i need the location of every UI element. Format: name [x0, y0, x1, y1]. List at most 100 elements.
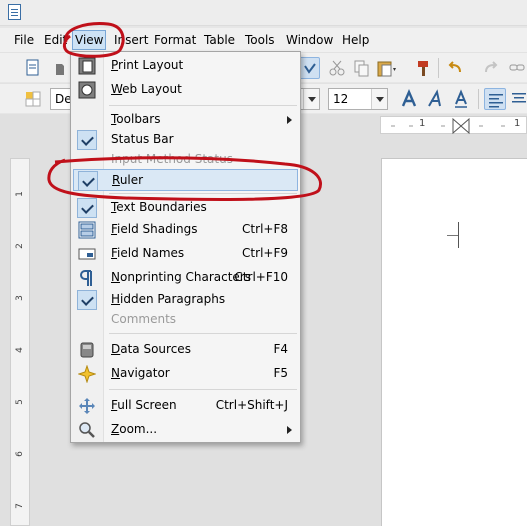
menu-label: Status Bar: [111, 132, 174, 146]
menu-label: Zoom...: [111, 422, 158, 436]
menu-shortcut: Ctrl+F8: [242, 222, 288, 236]
menu-bar: File Edit View Insert Format Table Tools…: [0, 28, 527, 52]
zoom-icon: [78, 421, 96, 439]
menu-item-ruler[interactable]: Ruler: [73, 169, 298, 191]
menu-item-full-screen[interactable]: Full Screen Ctrl+Shift+J: [71, 395, 300, 417]
clone-formatting-icon[interactable]: [412, 57, 434, 79]
title-bar: [0, 0, 527, 26]
menu-format[interactable]: Format: [154, 32, 196, 48]
styles-icon[interactable]: [22, 88, 44, 110]
print-layout-icon: [78, 57, 96, 75]
menu-item-web-layout[interactable]: Web Layout: [71, 79, 300, 101]
font-name-combo-arrow[interactable]: [300, 88, 320, 110]
menu-item-print-layout[interactable]: Print Layout: [71, 55, 300, 77]
menu-label: Hidden Paragraphs: [111, 292, 226, 306]
redo-icon[interactable]: [480, 57, 502, 79]
menu-item-zoom[interactable]: Zoom...: [71, 419, 300, 441]
toolbar-separator: [438, 58, 439, 78]
menu-item-nonprinting-characters[interactable]: Nonprinting Characters Ctrl+F10: [71, 267, 300, 289]
font-size-value: 12: [333, 92, 349, 106]
menu-label: Web Layout: [111, 82, 182, 96]
menu-item-hidden-paragraphs[interactable]: Hidden Paragraphs: [71, 289, 300, 311]
pilcrow-icon: [78, 269, 96, 287]
menu-label: Nonprinting Characters: [111, 270, 251, 284]
hyperlink-icon[interactable]: [506, 57, 527, 79]
menu-item-text-boundaries[interactable]: Text Boundaries: [71, 197, 300, 219]
menu-separator: [109, 105, 297, 106]
ruler-mark: 2: [14, 243, 25, 249]
horizontal-ruler[interactable]: 1 1: [380, 116, 527, 135]
navigator-icon: [77, 364, 97, 384]
ruler-mark: 1: [14, 191, 25, 197]
menu-separator: [109, 193, 297, 194]
check-icon: [77, 198, 97, 218]
menu-shortcut: F5: [273, 366, 288, 380]
menu-item-navigator[interactable]: Navigator F5: [71, 363, 300, 385]
bold-a-icon[interactable]: [398, 88, 420, 110]
font-size-combo[interactable]: 12: [328, 88, 388, 110]
ruler-mark: 6: [14, 451, 25, 457]
check-icon: [78, 171, 98, 191]
menu-window[interactable]: Window: [286, 32, 333, 48]
new-document-icon[interactable]: [22, 57, 44, 79]
document-page[interactable]: [381, 158, 527, 526]
menu-label: Ruler: [112, 173, 144, 187]
paragraph-style-combo[interactable]: De: [50, 88, 72, 110]
ruler-mark: 5: [14, 399, 25, 405]
menu-item-toolbars[interactable]: Toolbars: [71, 109, 300, 131]
align-left-icon[interactable]: [484, 88, 506, 110]
menu-label: Field Shadings: [111, 222, 198, 236]
ruler-mark: 1: [514, 118, 521, 129]
menu-separator: [109, 389, 297, 390]
underline-a-icon[interactable]: [450, 88, 472, 110]
check-icon: [77, 130, 97, 150]
ruler-mark: 3: [14, 295, 25, 301]
formatting-marks-icon[interactable]: [298, 57, 320, 79]
menu-label: Navigator: [111, 366, 170, 380]
menu-table[interactable]: Table: [204, 32, 235, 48]
undo-icon[interactable]: [444, 57, 466, 79]
menu-label: Field Names: [111, 246, 185, 260]
menu-item-comments: Comments: [71, 309, 300, 331]
web-layout-icon: [78, 81, 96, 99]
toolbar-separator: [478, 89, 479, 109]
submenu-arrow-icon: [287, 116, 292, 124]
menu-help[interactable]: Help: [342, 32, 369, 48]
menu-item-field-shadings[interactable]: Field Shadings Ctrl+F8: [71, 219, 300, 241]
align-center-icon[interactable]: [508, 88, 527, 110]
menu-item-status-bar[interactable]: Status Bar: [71, 129, 300, 151]
open-folder-icon[interactable]: [48, 57, 70, 79]
menu-view[interactable]: View: [72, 30, 107, 50]
field-names-icon: [78, 245, 96, 263]
submenu-arrow-icon: [287, 426, 292, 434]
ruler-ticks: [391, 117, 505, 135]
italic-a-icon[interactable]: [424, 88, 446, 110]
view-menu-dropdown: Print Layout Web Layout Toolbars Status …: [70, 51, 301, 443]
copy-icon[interactable]: [350, 57, 372, 79]
menu-item-input-method-status: Input Method Status: [71, 149, 300, 171]
ruler-mark: 1: [419, 118, 426, 129]
menu-edit[interactable]: Edit: [44, 32, 67, 48]
menu-label: Text Boundaries: [111, 200, 207, 214]
cut-icon[interactable]: [326, 57, 348, 79]
menu-label: Full Screen: [111, 398, 177, 412]
vertical-ruler[interactable]: 1 2 3 4 5 6 7: [10, 158, 30, 526]
menu-tools[interactable]: Tools: [245, 32, 275, 48]
menu-label: Data Sources: [111, 342, 191, 356]
ruler-mark: 7: [14, 503, 25, 509]
ruler-mark: 4: [14, 347, 25, 353]
menu-item-field-names[interactable]: Field Names Ctrl+F9: [71, 243, 300, 265]
menu-shortcut: F4: [273, 342, 288, 356]
menu-file[interactable]: File: [14, 32, 34, 48]
full-screen-icon: [78, 397, 96, 415]
menu-insert[interactable]: Insert: [114, 32, 148, 48]
menu-shortcut: Ctrl+F9: [242, 246, 288, 260]
check-icon: [77, 290, 97, 310]
chevron-down-icon: [371, 89, 387, 109]
chevron-down-icon: [303, 89, 319, 109]
menu-item-data-sources[interactable]: Data Sources F4: [71, 339, 300, 361]
menu-label: Print Layout: [111, 58, 184, 72]
paste-icon[interactable]: [374, 57, 396, 79]
field-shadings-icon: [78, 221, 96, 239]
menu-label: Input Method Status: [111, 152, 233, 166]
